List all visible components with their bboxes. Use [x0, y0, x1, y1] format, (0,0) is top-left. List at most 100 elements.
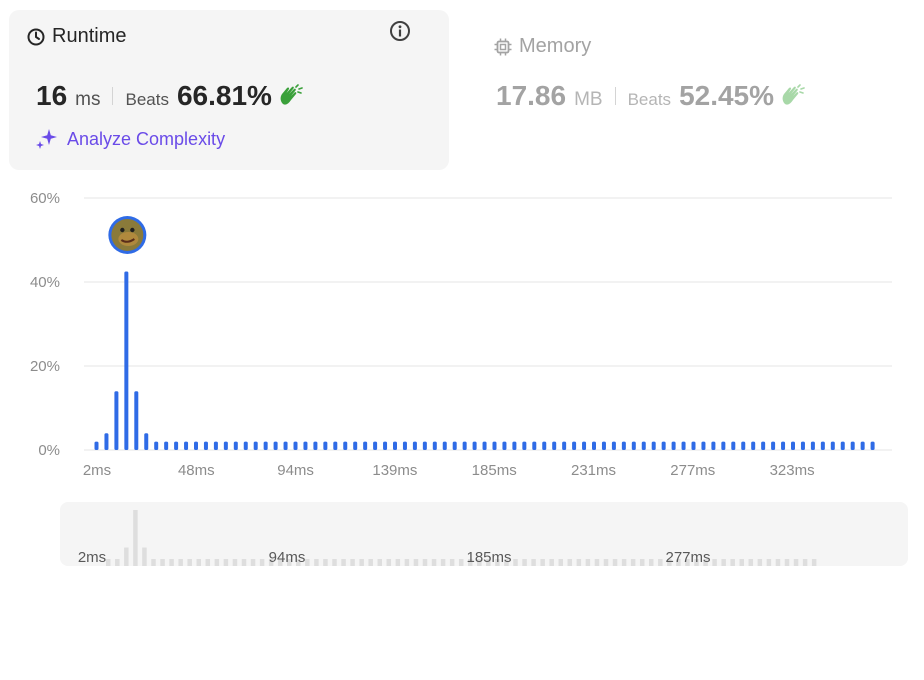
distribution-bar[interactable]	[263, 441, 268, 450]
overview-bar	[567, 559, 573, 566]
overview-strip[interactable]: 2ms 94ms 185ms 277ms	[60, 502, 908, 566]
distribution-bar[interactable]	[621, 441, 626, 450]
distribution-bar[interactable]	[472, 441, 477, 450]
distribution-bar[interactable]	[761, 441, 766, 450]
distribution-bar[interactable]	[184, 441, 189, 450]
distribution-bar[interactable]	[542, 441, 547, 450]
distribution-bar[interactable]	[402, 441, 407, 450]
distribution-bar[interactable]	[512, 441, 517, 450]
overview-bar	[531, 559, 536, 566]
distribution-bar[interactable]	[701, 441, 706, 450]
distribution-bar[interactable]	[870, 441, 875, 450]
distribution-bar[interactable]	[243, 441, 248, 450]
distribution-bar[interactable]	[830, 441, 835, 450]
user-avatar-marker[interactable]	[108, 216, 147, 254]
distribution-bar[interactable]	[631, 441, 636, 450]
info-icon[interactable]	[389, 20, 411, 42]
distribution-bar[interactable]	[253, 441, 258, 450]
distribution-bar[interactable]	[741, 441, 746, 450]
overview-bar	[585, 559, 591, 566]
distribution-bar[interactable]	[194, 441, 198, 450]
distribution-bar[interactable]	[313, 441, 318, 450]
overview-bar	[341, 559, 346, 566]
distribution-bar[interactable]	[791, 441, 795, 450]
distribution-bar[interactable]	[601, 441, 606, 450]
overview-bar	[730, 559, 735, 566]
overview-bar	[413, 559, 419, 566]
distribution-bar[interactable]	[691, 441, 696, 450]
distribution-bar[interactable]	[124, 271, 129, 451]
overview-bar	[259, 559, 265, 566]
distribution-bar[interactable]	[343, 441, 348, 450]
distribution-bar[interactable]	[134, 391, 139, 450]
x-tick-label: 185ms	[472, 462, 517, 479]
distribution-bar[interactable]	[840, 441, 845, 450]
distribution-bar[interactable]	[233, 441, 238, 450]
distribution-bar[interactable]	[273, 441, 278, 450]
overview-mini-chart: 2ms 94ms 185ms 277ms	[78, 510, 817, 566]
overview-bar	[739, 559, 744, 566]
distribution-bar[interactable]	[164, 441, 169, 450]
distribution-bar[interactable]	[203, 441, 208, 450]
distribution-bar[interactable]	[771, 441, 776, 450]
distribution-bar[interactable]	[333, 441, 338, 450]
distribution-bar[interactable]	[482, 441, 487, 450]
distribution-bar[interactable]	[820, 441, 825, 450]
distribution-bar[interactable]	[223, 441, 228, 450]
distribution-bar[interactable]	[532, 441, 537, 450]
distribution-bar[interactable]	[860, 441, 865, 450]
distribution-bar[interactable]	[671, 441, 676, 450]
distribution-bar[interactable]	[681, 441, 686, 450]
distribution-bar[interactable]	[373, 441, 378, 450]
distribution-bar[interactable]	[721, 441, 726, 450]
distribution-bar[interactable]	[323, 441, 328, 450]
distribution-bar[interactable]	[353, 441, 358, 450]
distribution-bar[interactable]	[661, 441, 666, 450]
distribution-bar[interactable]	[174, 441, 179, 450]
distribution-bar[interactable]	[104, 433, 109, 450]
distribution-bar[interactable]	[800, 441, 805, 450]
overview-bar	[449, 559, 455, 566]
distribution-bar[interactable]	[114, 391, 119, 450]
distribution-bar[interactable]	[731, 441, 736, 450]
distribution-bar[interactable]	[154, 441, 159, 450]
distribution-bar[interactable]	[582, 441, 587, 450]
distribution-bar[interactable]	[393, 441, 397, 450]
distribution-bar[interactable]	[562, 441, 567, 450]
distribution-bar[interactable]	[432, 441, 437, 450]
distribution-bar[interactable]	[810, 441, 815, 450]
overview-bar	[576, 559, 582, 566]
overview-bar	[332, 559, 337, 566]
distribution-bar[interactable]	[592, 441, 596, 450]
distribution-bar[interactable]	[303, 441, 308, 450]
distribution-bar[interactable]	[442, 441, 447, 450]
distribution-bar[interactable]	[522, 441, 527, 450]
runtime-distribution-chart[interactable]: 60% 40% 20% 0% 2ms 48ms 94ms 139ms 185ms 231ms 27…	[0, 180, 924, 680]
distribution-bar[interactable]	[422, 441, 427, 450]
distribution-bar[interactable]	[144, 433, 149, 450]
distribution-bar[interactable]	[412, 441, 417, 450]
overview-bar	[513, 559, 518, 566]
distribution-bar[interactable]	[641, 441, 646, 450]
distribution-bar[interactable]	[552, 441, 557, 450]
distribution-bar[interactable]	[383, 441, 388, 450]
analyze-complexity-button[interactable]: Analyze Complexity	[35, 127, 225, 151]
distribution-bar[interactable]	[651, 441, 656, 450]
distribution-bar[interactable]	[711, 441, 716, 450]
memory-tab[interactable]: Memory	[493, 35, 591, 58]
distribution-bar[interactable]	[751, 441, 756, 450]
distribution-bar[interactable]	[283, 441, 288, 450]
distribution-bar[interactable]	[363, 441, 368, 450]
distribution-bar[interactable]	[611, 441, 616, 450]
distribution-bar[interactable]	[462, 441, 467, 450]
distribution-bar[interactable]	[452, 441, 457, 450]
distribution-bar[interactable]	[850, 441, 855, 450]
runtime-title: Runtime	[26, 25, 126, 48]
distribution-bar[interactable]	[781, 441, 786, 450]
distribution-bar[interactable]	[94, 441, 99, 450]
distribution-bar[interactable]	[502, 441, 507, 450]
distribution-bar[interactable]	[293, 441, 298, 450]
distribution-bar[interactable]	[213, 441, 218, 450]
distribution-bar[interactable]	[492, 441, 497, 450]
distribution-bar[interactable]	[572, 441, 577, 450]
